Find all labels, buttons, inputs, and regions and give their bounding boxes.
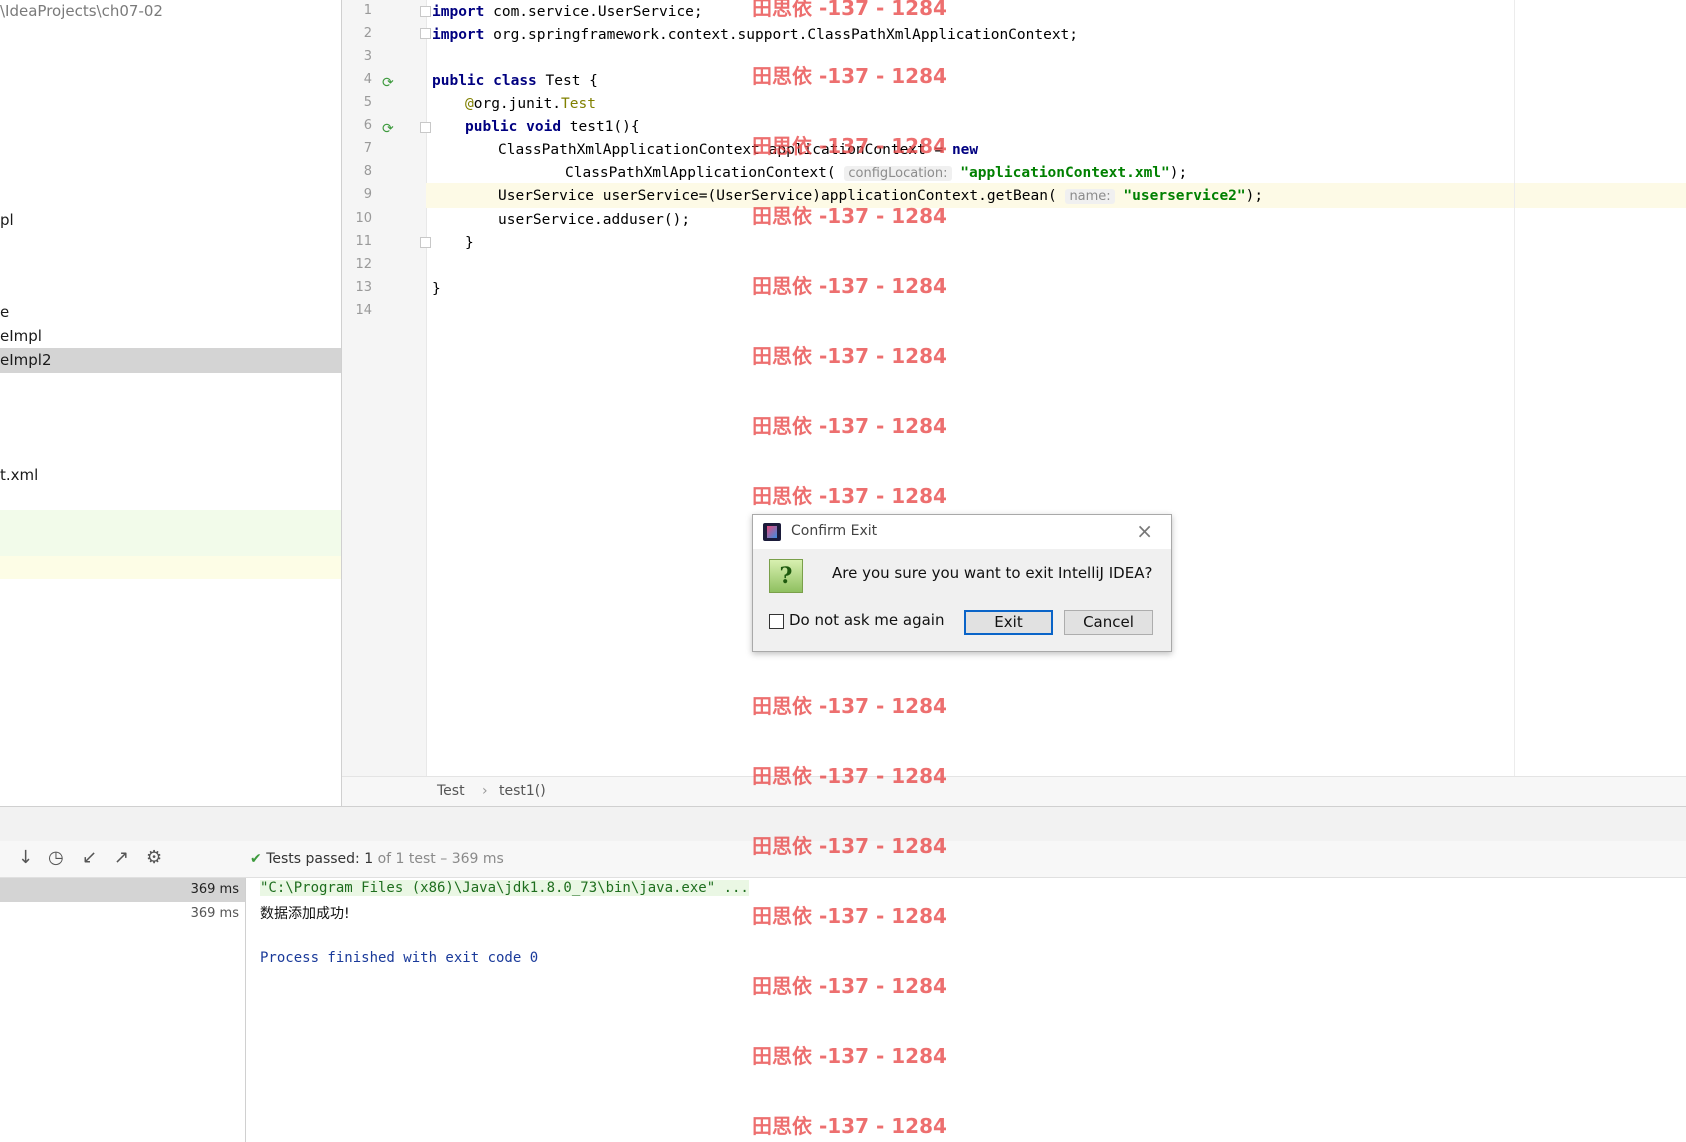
exit-button[interactable]: Exit bbox=[964, 610, 1053, 635]
editor-gutter: 1 2 3 4 5 6 7 8 9 10 11 12 13 14 ⟳ ⟳ ● bbox=[342, 0, 456, 776]
breadcrumb-separator: › bbox=[482, 783, 488, 799]
close-icon[interactable]: × bbox=[1136, 519, 1153, 543]
cancel-button[interactable]: Cancel bbox=[1064, 610, 1153, 635]
project-panel: \IdeaProjects\ch07-02 pl e eImpl eImpl2 … bbox=[0, 0, 342, 806]
param-hint: name: bbox=[1065, 189, 1115, 204]
watermark-text: 田思依 -137 - 1284 bbox=[752, 764, 947, 788]
watermark-text: 田思依 -137 - 1284 bbox=[752, 1044, 947, 1068]
code-line[interactable]: ClassPathXmlApplicationContext( configLo… bbox=[432, 161, 1686, 186]
tree-item-selected[interactable]: eImpl2 bbox=[0, 348, 341, 373]
intellij-logo-icon bbox=[763, 523, 781, 541]
highlight-band bbox=[0, 510, 341, 556]
line-number: 9 bbox=[363, 187, 372, 202]
dialog-message: Are you sure you want to exit IntelliJ I… bbox=[832, 564, 1153, 582]
dialog-title-bar[interactable]: Confirm Exit × bbox=[753, 515, 1171, 549]
gear-icon[interactable]: ⚙ bbox=[146, 847, 162, 868]
param-hint: configLocation: bbox=[844, 166, 952, 181]
code-line[interactable]: } bbox=[432, 231, 1686, 256]
line-number: 11 bbox=[355, 234, 372, 249]
line-number: 13 bbox=[355, 280, 372, 295]
breadcrumb-method[interactable]: test1() bbox=[499, 783, 546, 799]
console-output-line: 数据添加成功! bbox=[260, 906, 350, 922]
watermark-text: 田思依 -137 - 1284 bbox=[752, 694, 947, 718]
run-test-icon[interactable]: ⟳ bbox=[382, 75, 394, 91]
run-test-icon[interactable]: ⟳ bbox=[382, 121, 394, 137]
tree-item[interactable]: eImpl bbox=[0, 324, 341, 349]
line-number: 7 bbox=[363, 141, 372, 156]
line-number: 8 bbox=[363, 164, 372, 179]
watermark-text: 田思依 -137 - 1284 bbox=[752, 484, 947, 508]
dialog-title: Confirm Exit bbox=[791, 523, 878, 539]
watermark-text: 田思依 -137 - 1284 bbox=[752, 414, 947, 438]
test-results-tree: 369 ms 369 ms bbox=[0, 878, 246, 1142]
code-line[interactable]: public class Test { bbox=[432, 69, 1686, 94]
test-row[interactable]: 369 ms bbox=[0, 902, 245, 926]
right-margin-guide bbox=[1514, 0, 1515, 776]
check-icon: ✔ bbox=[250, 851, 262, 867]
fold-marker-icon[interactable] bbox=[420, 6, 431, 17]
watermark-text: 田思依 -137 - 1284 bbox=[752, 64, 947, 88]
code-line[interactable]: UserService userService=(UserService)app… bbox=[432, 184, 1686, 209]
fold-marker-icon[interactable] bbox=[420, 28, 431, 39]
project-path: \IdeaProjects\ch07-02 bbox=[0, 2, 163, 20]
tests-status: ✔ Tests passed: 1 of 1 test – 369 ms bbox=[250, 851, 504, 867]
code-line[interactable]: import org.springframework.context.suppo… bbox=[432, 23, 1686, 48]
watermark-text: 田思依 -137 - 1284 bbox=[752, 0, 947, 20]
console-output[interactable]: "C:\Program Files (x86)\Java\jdk1.8.0_73… bbox=[246, 878, 1686, 1142]
console-exit-line: Process finished with exit code 0 bbox=[260, 950, 539, 966]
watermark-text: 田思依 -137 - 1284 bbox=[752, 344, 947, 368]
highlight-band bbox=[0, 556, 341, 579]
line-number: 5 bbox=[363, 95, 372, 110]
do-not-ask-checkbox[interactable] bbox=[769, 614, 784, 629]
test-row[interactable]: 369 ms bbox=[0, 878, 245, 902]
import-icon[interactable]: ↙ bbox=[82, 847, 97, 868]
line-number: 4 bbox=[363, 72, 372, 87]
line-number: 6 bbox=[363, 118, 372, 133]
code-line[interactable]: import com.service.UserService; bbox=[432, 0, 1686, 25]
line-number: 10 bbox=[355, 211, 372, 226]
breadcrumb-class[interactable]: Test bbox=[437, 783, 465, 799]
confirm-exit-dialog: Confirm Exit × ? Are you sure you want t… bbox=[752, 514, 1172, 652]
watermark-text: 田思依 -137 - 1284 bbox=[752, 274, 947, 298]
watermark-text: 田思依 -137 - 1284 bbox=[752, 204, 947, 228]
watermark-text: 田思依 -137 - 1284 bbox=[752, 974, 947, 998]
tree-item[interactable]: e bbox=[0, 300, 341, 325]
code-line[interactable]: userService.adduser(); bbox=[432, 208, 1686, 233]
code-line[interactable]: @org.junit.Test bbox=[432, 92, 1686, 117]
code-line[interactable]: } bbox=[432, 277, 1686, 302]
arrow-down-icon[interactable]: ↓ bbox=[18, 847, 33, 868]
tree-item[interactable]: t.xml bbox=[0, 463, 341, 488]
fold-marker-icon[interactable] bbox=[420, 122, 431, 133]
line-number: 14 bbox=[355, 303, 372, 318]
code-line[interactable]: public void test1(){ bbox=[432, 115, 1686, 140]
watermark-text: 田思依 -137 - 1284 bbox=[752, 834, 947, 858]
line-number: 1 bbox=[363, 3, 372, 18]
question-icon: ? bbox=[769, 559, 803, 593]
console-command: "C:\Program Files (x86)\Java\jdk1.8.0_73… bbox=[260, 880, 749, 896]
watermark-text: 田思依 -137 - 1284 bbox=[752, 904, 947, 928]
line-number: 2 bbox=[363, 26, 372, 41]
breadcrumb: Test › test1() bbox=[342, 776, 1686, 807]
watermark-text: 田思依 -137 - 1284 bbox=[752, 1114, 947, 1138]
tree-item[interactable]: pl bbox=[0, 208, 341, 233]
code-editor[interactable]: 1 2 3 4 5 6 7 8 9 10 11 12 13 14 ⟳ ⟳ ● i… bbox=[342, 0, 1686, 776]
line-number: 12 bbox=[355, 257, 372, 272]
line-number: 3 bbox=[363, 49, 372, 64]
history-icon[interactable]: ◷ bbox=[48, 847, 64, 868]
do-not-ask-label[interactable]: Do not ask me again bbox=[789, 611, 944, 629]
code-line[interactable]: ClassPathXmlApplicationContext applicati… bbox=[432, 138, 1686, 163]
export-icon[interactable]: ↗ bbox=[114, 847, 129, 868]
fold-marker-icon[interactable] bbox=[420, 237, 431, 248]
watermark-text: 田思依 -137 - 1284 bbox=[752, 134, 947, 158]
